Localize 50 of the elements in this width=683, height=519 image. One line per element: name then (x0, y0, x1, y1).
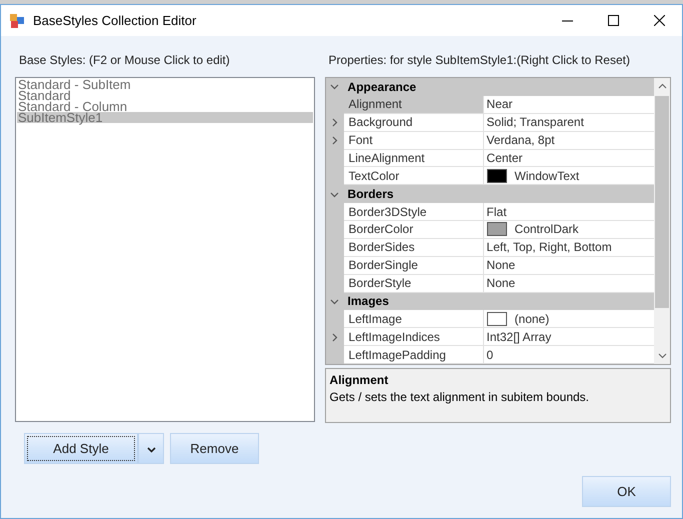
property-name[interactable]: TextColor (344, 167, 484, 186)
property-name[interactable]: BorderSides (344, 238, 484, 257)
property-value[interactable]: (none) (484, 310, 654, 328)
property-name[interactable]: Border3DStyle (344, 203, 484, 221)
add-style-button[interactable]: Add Style (24, 433, 138, 464)
style-list-item[interactable]: Standard - Column (17, 101, 313, 112)
category-title: Borders (346, 187, 394, 202)
collapse-chevron-icon[interactable] (330, 82, 340, 92)
property-name[interactable]: Font (344, 132, 484, 150)
property-value[interactable]: Flat (484, 203, 654, 221)
collapse-chevron-icon[interactable] (330, 296, 340, 306)
property-name[interactable]: LeftImage (344, 310, 484, 328)
property-value[interactable]: WindowText (484, 167, 654, 186)
expand-chevron-icon[interactable] (330, 332, 340, 342)
window-title: BaseStyles Collection Editor (33, 13, 198, 28)
property-name[interactable]: Background (344, 114, 484, 132)
app-icon (9, 12, 25, 28)
property-value[interactable]: Near (484, 96, 654, 114)
property-name[interactable]: BorderStyle (344, 274, 484, 292)
property-value[interactable]: Left, Top, Right, Bottom (484, 238, 654, 257)
property-value[interactable]: ControlDark (484, 221, 654, 239)
property-name[interactable]: BorderSingle (344, 256, 484, 275)
styles-label: Base Styles: (F2 or Mouse Click to edit) (19, 53, 231, 69)
property-value[interactable]: 0 (484, 346, 654, 364)
property-value[interactable]: None (484, 274, 654, 292)
property-name[interactable]: Alignment (344, 96, 484, 114)
properties-label: Properties: for style SubItemStyle1:(Right Click to Reset) (328, 53, 631, 69)
property-name[interactable]: BorderColor (344, 221, 484, 239)
category-title: Images (346, 294, 389, 308)
caret-icon (146, 447, 156, 453)
description-text: Gets / sets the text alignment in subitem bounds. (330, 390, 590, 404)
collapse-chevron-icon[interactable] (330, 190, 340, 199)
ok-button[interactable]: OK (582, 476, 671, 507)
property-value[interactable]: None (484, 256, 654, 275)
property-name[interactable]: LineAlignment (344, 150, 484, 168)
maximize-icon (608, 15, 618, 26)
remove-button[interactable]: Remove (170, 433, 259, 464)
category-title: Appearance (346, 80, 416, 94)
property-name[interactable]: LeftImageIndices (344, 328, 484, 346)
dropdown-button[interactable] (138, 433, 164, 464)
style-list-item[interactable]: Standard - SubItem (17, 79, 313, 90)
close-icon (654, 15, 664, 26)
property-value[interactable]: Int32[] Array (484, 328, 654, 346)
vertical-scrollbar[interactable] (654, 78, 670, 364)
property-name[interactable]: LeftImagePadding (344, 346, 484, 364)
style-list-item[interactable]: Standard (17, 90, 313, 101)
description-title: Alignment (330, 373, 390, 387)
property-value[interactable]: Center (484, 150, 654, 168)
property-value[interactable]: Solid; Transparent (484, 114, 654, 132)
property-value[interactable]: Verdana, 8pt (484, 132, 654, 150)
